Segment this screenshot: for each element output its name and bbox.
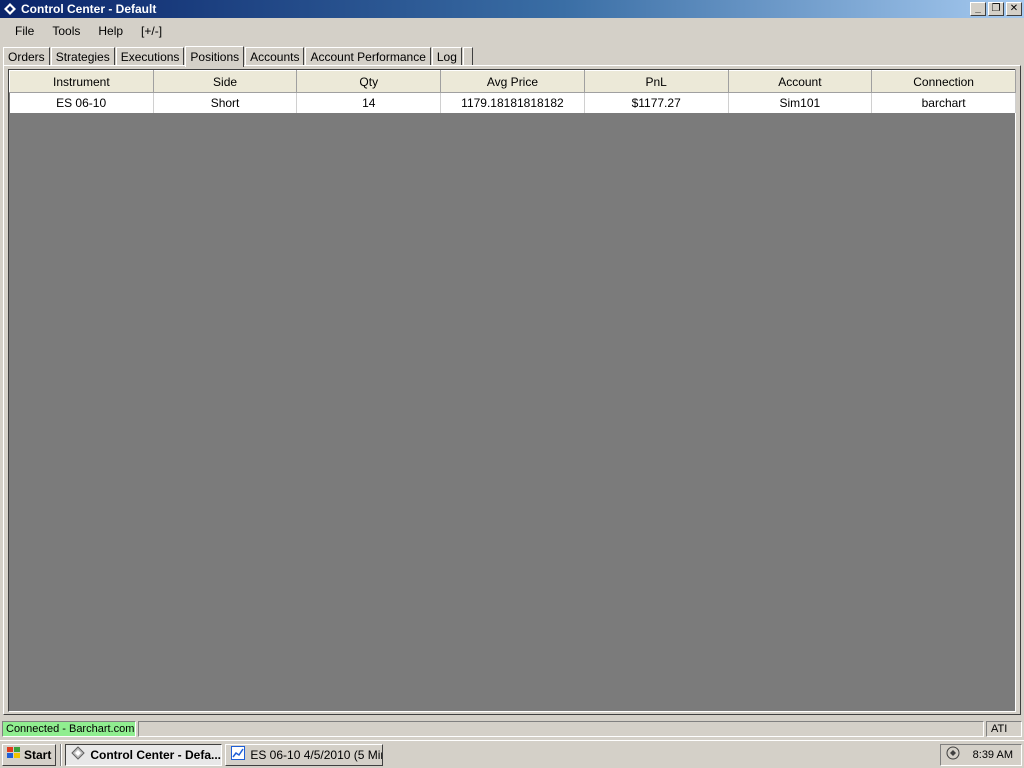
taskbar-item-control-center[interactable]: Control Center - Defa... <box>65 743 223 766</box>
menu-help[interactable]: Help <box>89 24 132 38</box>
clock[interactable]: 8:39 AM <box>973 749 1013 761</box>
menu-bar: File Tools Help [+/-] <box>0 20 1024 42</box>
title-bar: Control Center - Default _ ❐ ✕ <box>0 0 1024 18</box>
tab-strategies[interactable]: Strategies <box>50 47 115 66</box>
chart-icon <box>231 746 246 763</box>
restore-icon: ❐ <box>991 3 1001 14</box>
system-tray: 8:39 AM <box>940 743 1022 766</box>
column-header-avg-price[interactable]: Avg Price <box>440 70 585 93</box>
taskbar-separator <box>60 743 63 766</box>
cell-instrument[interactable]: ES 06-10 <box>9 92 154 113</box>
column-header-connection[interactable]: Connection <box>871 70 1016 93</box>
column-header-instrument[interactable]: Instrument <box>9 70 154 93</box>
positions-grid: Instrument Side Qty Avg Price PnL Accoun… <box>8 69 1016 712</box>
taskbar-item-label: Control Center - Defa... <box>90 747 222 762</box>
tab-positions[interactable]: Positions <box>185 46 245 67</box>
column-header-side[interactable]: Side <box>152 70 298 93</box>
connection-status: Connected - Barchart.com <box>2 721 136 737</box>
minimize-icon: _ <box>975 3 981 14</box>
cell-qty[interactable]: 14 <box>296 92 442 113</box>
tab-strip: Orders Strategies Executions Positions A… <box>3 46 474 67</box>
table-row[interactable]: ES 06-10 Short 14 1179.18181818182 $1177… <box>9 92 1016 113</box>
tab-orders[interactable]: Orders <box>3 47 50 66</box>
positions-panel: Instrument Side Qty Avg Price PnL Accoun… <box>3 65 1021 715</box>
minimize-button[interactable]: _ <box>970 2 986 16</box>
cell-connection[interactable]: barchart <box>871 92 1016 113</box>
menu-tools[interactable]: Tools <box>43 24 89 38</box>
diamond-icon <box>71 746 86 763</box>
diamond-icon <box>3 2 17 16</box>
menu-toggle[interactable]: [+/-] <box>132 24 171 38</box>
status-panel <box>138 721 984 737</box>
start-button[interactable]: Start <box>2 743 57 766</box>
taskbar-item-chart[interactable]: ES 06-10 4/5/2010 (5 Min) <box>225 743 384 766</box>
windows-logo-icon <box>7 747 21 762</box>
start-label: Start <box>24 747 52 762</box>
cell-side[interactable]: Short <box>153 92 298 113</box>
cell-pnl[interactable]: $1177.27 <box>584 92 729 113</box>
header-row: Instrument Side Qty Avg Price PnL Accoun… <box>9 70 1016 93</box>
cell-avg-price[interactable]: 1179.18181818182 <box>440 92 585 113</box>
taskbar-item-label: ES 06-10 4/5/2010 (5 Min) <box>250 747 384 762</box>
menu-file[interactable]: File <box>6 24 43 38</box>
tab-log[interactable]: Log <box>431 47 462 66</box>
close-button[interactable]: ✕ <box>1006 2 1022 16</box>
ati-status: ATI <box>986 721 1022 737</box>
close-icon: ✕ <box>1009 3 1019 14</box>
column-header-qty[interactable]: Qty <box>296 70 442 93</box>
window-title: Control Center - Default <box>21 2 157 16</box>
restore-button[interactable]: ❐ <box>988 2 1004 16</box>
taskbar: Start Control Center - Defa... ES 06-10 … <box>0 740 1024 768</box>
tab-account-performance[interactable]: Account Performance <box>305 47 431 66</box>
cell-account[interactable]: Sim101 <box>728 92 873 113</box>
tab-executions[interactable]: Executions <box>115 47 185 66</box>
column-header-pnl[interactable]: PnL <box>583 70 729 93</box>
status-bar: Connected - Barchart.com ATI <box>0 720 1024 738</box>
column-header-account[interactable]: Account <box>727 70 873 93</box>
tray-network-icon[interactable] <box>945 745 961 764</box>
tab-accounts[interactable]: Accounts <box>245 47 305 66</box>
positions-table: Instrument Side Qty Avg Price PnL Accoun… <box>9 70 1016 113</box>
tab-spacer <box>462 47 473 66</box>
